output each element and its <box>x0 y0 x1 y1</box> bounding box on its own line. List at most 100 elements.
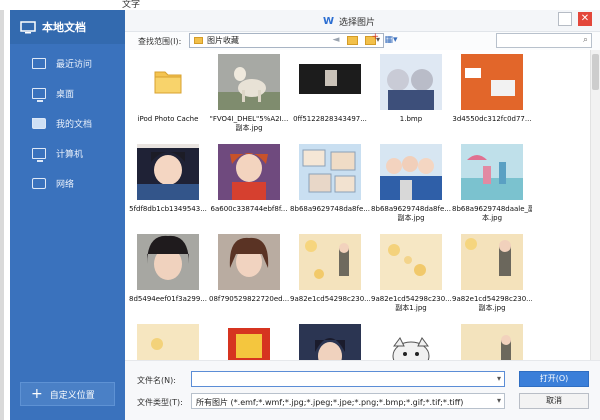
minimize-button[interactable] <box>558 12 572 26</box>
file-item[interactable]: 6a600c338744ebf8f... <box>209 144 289 214</box>
back-button[interactable]: ◄ <box>330 34 342 46</box>
image-thumbnail <box>461 234 523 290</box>
sidebar-item-label: 桌面 <box>56 89 75 100</box>
file-item[interactable]: 8b68a9629748da8fe... 副本.jpg <box>371 144 451 223</box>
file-form: 文件名(N): ▾ 文件类型(T): 所有图片 (*.emf;*.wmf;*.j… <box>125 360 600 420</box>
file-label: 8d5494eef01f3a299... <box>129 295 207 303</box>
dialog-title: W 选择图片 <box>323 15 375 28</box>
file-item[interactable] <box>128 324 208 360</box>
dialog-title-text: 选择图片 <box>339 18 376 28</box>
image-thumbnail <box>380 144 442 200</box>
search-input[interactable]: ⌕ <box>496 33 592 48</box>
file-grid: iPod Photo Cache "FVO4I_DHEL"5%A2I... 副本… <box>125 50 590 360</box>
file-label: 9a82e1cd54298c230... <box>290 295 370 303</box>
sidebar-title: 本地文档 <box>42 21 86 34</box>
file-label: 8b68a9629748da8fe... <box>290 205 370 213</box>
folder-thumbnail <box>137 54 199 110</box>
desktop-icon <box>32 87 46 102</box>
image-thumbnail <box>461 324 523 360</box>
file-label: 6a600c338744ebf8f... <box>210 205 288 213</box>
add-location-label: 自定义位置 <box>49 390 95 401</box>
image-thumbnail <box>137 144 199 200</box>
filetype-select[interactable]: 所有图片 (*.emf;*.wmf;*.jpg;*.jpeg;*.jpe;*.p… <box>191 393 505 409</box>
file-item[interactable]: 8b68a9629748da8fe... <box>290 144 370 214</box>
filetype-label: 文件类型(T): <box>137 398 183 407</box>
lookin-label: 查找范围(I): <box>138 37 182 46</box>
background-window-edge <box>0 0 4 420</box>
monitor-icon <box>20 20 36 33</box>
image-thumbnail <box>461 144 523 200</box>
open-button[interactable]: 打开(O) <box>519 371 589 387</box>
chevron-down-icon[interactable]: ▾ <box>497 374 501 383</box>
file-label: 0ff5122828343497... <box>293 115 367 123</box>
sidebar-header: 本地文档 <box>10 10 125 44</box>
sidebar-item-desktop[interactable]: 桌面 <box>10 78 125 108</box>
image-thumbnail <box>137 234 199 290</box>
file-item[interactable]: 9a82e1cd54298c230... 副本.jpg <box>452 234 532 313</box>
image-thumbnail <box>299 324 361 360</box>
scrollbar-thumb[interactable] <box>592 54 599 90</box>
sidebar-item-label: 网络 <box>56 179 75 190</box>
file-label: 3d4550dc312fc0d77... <box>452 115 532 123</box>
file-item[interactable]: 1.bmp <box>371 54 451 124</box>
close-button[interactable]: ✕ <box>578 12 592 26</box>
image-thumbnail <box>299 144 361 200</box>
image-thumbnail <box>299 234 361 290</box>
plus-icon: + <box>31 386 43 402</box>
file-item[interactable]: "FVO4I_DHEL"5%A2I... 副本.jpg <box>209 54 289 133</box>
image-thumbnail <box>218 234 280 290</box>
image-thumbnail <box>299 54 361 110</box>
file-label: 9a82e1cd54298c230... 副本1.jpg <box>371 295 451 312</box>
chevron-down-icon: ▾ <box>496 396 501 405</box>
up-folder-button[interactable] <box>347 36 358 45</box>
file-label: 8b68a9629748da8fe... 副本.jpg <box>371 205 451 222</box>
sidebar-item-computer[interactable]: 计算机 <box>10 138 125 168</box>
recent-icon <box>32 57 46 69</box>
sidebar-item-label: 计算机 <box>56 149 84 160</box>
sidebar-item-documents[interactable]: 我的文档 <box>10 108 125 138</box>
file-item[interactable]: 08f790529822720ed... <box>209 234 289 304</box>
file-item[interactable] <box>209 324 289 360</box>
sidebar-item-recent[interactable]: 最近访问 <box>10 48 125 78</box>
sidebar-item-network[interactable]: 网络 <box>10 168 125 198</box>
image-thumbnail <box>137 324 199 360</box>
file-item[interactable]: 0ff5122828343497... <box>290 54 370 124</box>
filename-input[interactable]: ▾ <box>191 371 505 387</box>
image-thumbnail <box>380 324 442 360</box>
wps-logo-icon: W <box>323 15 335 27</box>
image-thumbnail <box>218 324 280 360</box>
sidebar-item-label: 我的文档 <box>56 119 93 130</box>
file-item[interactable]: 3d4550dc312fc0d77... <box>452 54 532 124</box>
search-icon: ⌕ <box>582 35 588 45</box>
file-item[interactable] <box>290 324 370 360</box>
file-item[interactable]: 8d5494eef01f3a299... <box>128 234 208 304</box>
lookin-value: 图片收藏 <box>207 36 239 45</box>
file-item[interactable]: 5fdf8db1cb1349543... <box>128 144 208 214</box>
file-label: "FVO4I_DHEL"5%A2I... 副本.jpg <box>209 115 289 132</box>
add-location-button[interactable]: + 自定义位置 <box>20 382 115 406</box>
new-folder-button[interactable] <box>365 31 379 45</box>
file-item[interactable]: 9a82e1cd54298c230... <box>290 234 370 304</box>
file-label: 1.bmp <box>399 115 423 123</box>
file-item[interactable]: 9a82e1cd54298c230... 副本1.jpg <box>371 234 451 313</box>
background-window-strip: 文字 <box>0 0 600 10</box>
image-thumbnail <box>380 234 442 290</box>
toolbar: 查找范围(I): 图片收藏 ▾ ◄ ▦▾ ⌕ <box>125 31 600 50</box>
filetype-value: 所有图片 (*.emf;*.wmf;*.jpg;*.jpeg;*.jpe;*.p… <box>196 398 464 407</box>
cancel-button[interactable]: 取消 <box>519 393 589 409</box>
filename-label: 文件名(N): <box>137 376 176 385</box>
background-text-fragment: 文字 <box>122 0 141 10</box>
file-item[interactable] <box>452 324 532 360</box>
file-item[interactable]: 8b68a9629748daale_副 本.jpg <box>452 144 532 223</box>
sidebar-list: 最近访问 桌面 我的文档 计算机 网络 <box>10 48 125 198</box>
file-label: 08f790529822720ed... <box>209 295 289 303</box>
image-thumbnail <box>380 54 442 110</box>
file-label: iPod Photo Cache <box>137 115 199 123</box>
folder-icon <box>32 117 46 129</box>
vertical-scrollbar[interactable] <box>590 50 600 360</box>
file-item[interactable] <box>371 324 451 360</box>
close-icon: ✕ <box>580 13 590 24</box>
image-thumbnail <box>218 54 280 110</box>
file-item[interactable]: iPod Photo Cache <box>128 54 208 124</box>
view-menu-button[interactable]: ▦▾ <box>383 34 399 46</box>
